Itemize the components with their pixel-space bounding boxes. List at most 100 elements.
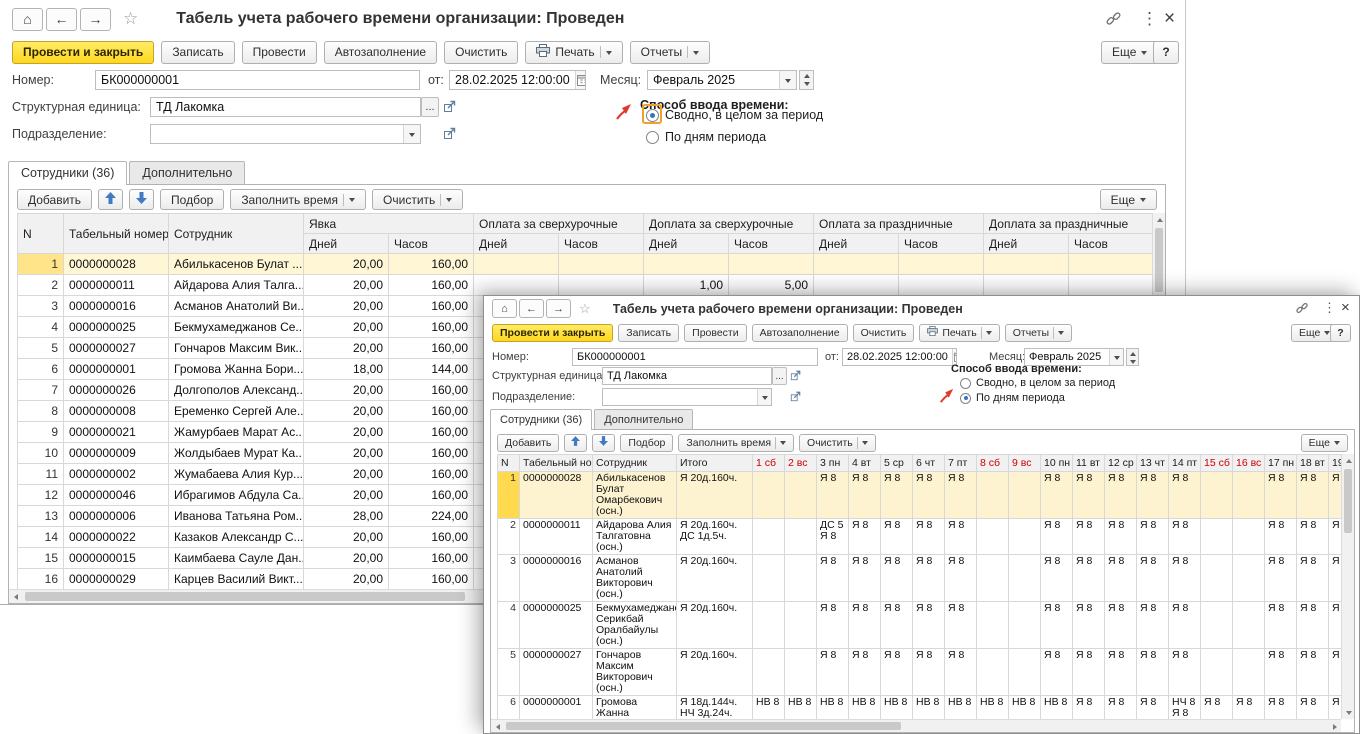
total-cell[interactable]: Я 20д.160ч. (677, 555, 753, 602)
day-cell[interactable]: Я 8 (817, 472, 849, 519)
day-cell[interactable] (1201, 555, 1233, 602)
employee-id-cell[interactable]: 0000000028 (64, 254, 169, 275)
day-cell[interactable]: Я 8 (1297, 602, 1329, 649)
column-header[interactable]: Сотрудник (169, 214, 304, 254)
employee-id-cell[interactable]: 0000000001 (64, 359, 169, 380)
day-cell[interactable] (977, 555, 1009, 602)
day-cell[interactable]: Я 8 (1329, 519, 1342, 555)
value-cell[interactable]: 20,00 (304, 401, 389, 422)
employee-id-cell[interactable]: 0000000006 (64, 506, 169, 527)
column-subheader[interactable]: Дней (814, 234, 899, 254)
day-cell[interactable]: Я 8 (1265, 696, 1297, 720)
day-cell[interactable]: Я 8 (881, 649, 913, 696)
row-number-cell[interactable]: 9 (18, 422, 64, 443)
value-cell[interactable] (984, 254, 1069, 275)
favorite-star-icon[interactable]: ☆ (579, 301, 591, 317)
more-menu-icon[interactable]: ⋮ (1323, 301, 1336, 314)
value-cell[interactable]: 20,00 (304, 338, 389, 359)
employee-name-cell[interactable]: Жолдыбаев Мурат Ка... (169, 443, 304, 464)
column-subheader[interactable]: Часов (389, 234, 474, 254)
day-cell[interactable]: Я 8 (913, 602, 945, 649)
day-cell[interactable] (753, 555, 785, 602)
value-cell[interactable]: 160,00 (389, 296, 474, 317)
value-cell[interactable]: 160,00 (389, 254, 474, 275)
forward-button[interactable]: → (546, 299, 571, 318)
month-spinner[interactable] (799, 70, 814, 90)
value-cell[interactable]: 224,00 (389, 506, 474, 527)
day-cell[interactable]: Я 8 (1265, 602, 1297, 649)
employee-id-cell[interactable]: 0000000027 (520, 649, 593, 696)
day-cell[interactable] (785, 519, 817, 555)
open-icon[interactable] (790, 391, 801, 402)
value-cell[interactable] (474, 275, 559, 296)
day-cell[interactable]: Я 8 (1297, 555, 1329, 602)
employee-name-cell[interactable]: Абилькасенов Булат Омарбекович (осн.) (593, 472, 677, 519)
column-subheader[interactable]: Дней (644, 234, 729, 254)
day-cell[interactable]: Я 8 (1041, 519, 1073, 555)
table-row[interactable]: 10000000028Абилькасенов Булат Омарбекови… (498, 472, 1342, 519)
add-row-button[interactable]: Добавить (17, 189, 92, 210)
day-cell[interactable]: Я 8 (945, 555, 977, 602)
day-cell[interactable]: Я 8 (1169, 472, 1201, 519)
vertical-scrollbar[interactable] (1341, 454, 1354, 719)
row-number-cell[interactable]: 3 (498, 555, 520, 602)
day-cell[interactable] (1009, 649, 1041, 696)
unit-field[interactable]: ТД Лакомка (150, 97, 421, 117)
scroll-left-icon[interactable] (9, 590, 22, 603)
employee-id-cell[interactable]: 0000000008 (64, 401, 169, 422)
table-row[interactable]: 60000000001Громова Жанна Борисовна (осн.… (498, 696, 1342, 720)
employee-name-cell[interactable]: Ибрагимов Абдула Са... (169, 485, 304, 506)
tab-additional[interactable]: Дополнительно (129, 161, 245, 184)
unit-select-button[interactable]: ... (772, 367, 787, 385)
row-number-cell[interactable]: 6 (18, 359, 64, 380)
value-cell[interactable]: 20,00 (304, 527, 389, 548)
employee-name-cell[interactable]: Казаков Александр С... (169, 527, 304, 548)
clear-button[interactable]: Очистить (444, 41, 518, 64)
forward-button[interactable]: → (80, 8, 111, 31)
row-number-cell[interactable]: 5 (18, 338, 64, 359)
day-cell[interactable]: НВ 8 (977, 696, 1009, 720)
column-subheader[interactable]: Часов (1069, 234, 1152, 254)
scroll-down-icon[interactable] (1342, 706, 1355, 719)
value-cell[interactable]: 144,00 (389, 359, 474, 380)
day-cell[interactable] (785, 555, 817, 602)
day-column-header[interactable]: 5 ср (881, 455, 913, 472)
reports-button[interactable]: Отчеты (630, 41, 710, 64)
day-cell[interactable]: Я 8 (1137, 649, 1169, 696)
day-column-header[interactable]: 6 чт (913, 455, 945, 472)
value-cell[interactable] (814, 275, 899, 296)
employee-name-cell[interactable]: Гончаров Максим Викторович (осн.) (593, 649, 677, 696)
table-row[interactable]: 20000000011Айдарова Алия Талгатовна (осн… (498, 519, 1342, 555)
row-number-cell[interactable]: 4 (498, 602, 520, 649)
value-cell[interactable]: 20,00 (304, 422, 389, 443)
employee-name-cell[interactable]: Каимбаева Сауле Дан... (169, 548, 304, 569)
column-subheader[interactable]: Дней (474, 234, 559, 254)
day-cell[interactable]: Я 8 (1105, 555, 1137, 602)
more-menu-icon[interactable]: ⋮ (1141, 10, 1158, 27)
employee-name-cell[interactable]: Карцев Василий Викт... (169, 569, 304, 590)
day-cell[interactable] (1233, 602, 1265, 649)
employee-id-cell[interactable]: 0000000046 (64, 485, 169, 506)
day-cell[interactable]: Я 8 (1329, 472, 1342, 519)
row-number-cell[interactable]: 2 (498, 519, 520, 555)
day-cell[interactable]: НВ 8 (817, 696, 849, 720)
employee-name-cell[interactable]: Бекмухамеджанов Серикбай Оралбайулы (осн… (593, 602, 677, 649)
day-cell[interactable] (1201, 649, 1233, 696)
fill-time-button[interactable]: Заполнить время (230, 189, 366, 210)
day-cell[interactable] (977, 472, 1009, 519)
employee-id-cell[interactable]: 0000000016 (520, 555, 593, 602)
day-cell[interactable]: Я 8 (1073, 696, 1105, 720)
day-cell[interactable]: НВ 8 (945, 696, 977, 720)
day-cell[interactable] (1201, 602, 1233, 649)
month-field[interactable]: Февраль 2025 (647, 70, 797, 90)
day-cell[interactable]: Я 8 (817, 649, 849, 696)
value-cell[interactable]: 20,00 (304, 443, 389, 464)
row-number-cell[interactable]: 12 (18, 485, 64, 506)
open-icon[interactable] (790, 370, 801, 381)
scrollbar-thumb[interactable] (1155, 228, 1163, 292)
mode-option-by-days[interactable]: По дням периода (646, 130, 766, 144)
day-cell[interactable] (977, 602, 1009, 649)
row-number-cell[interactable]: 4 (18, 317, 64, 338)
day-cell[interactable]: Я 8 (945, 519, 977, 555)
day-cell[interactable]: Я 8 (1073, 472, 1105, 519)
